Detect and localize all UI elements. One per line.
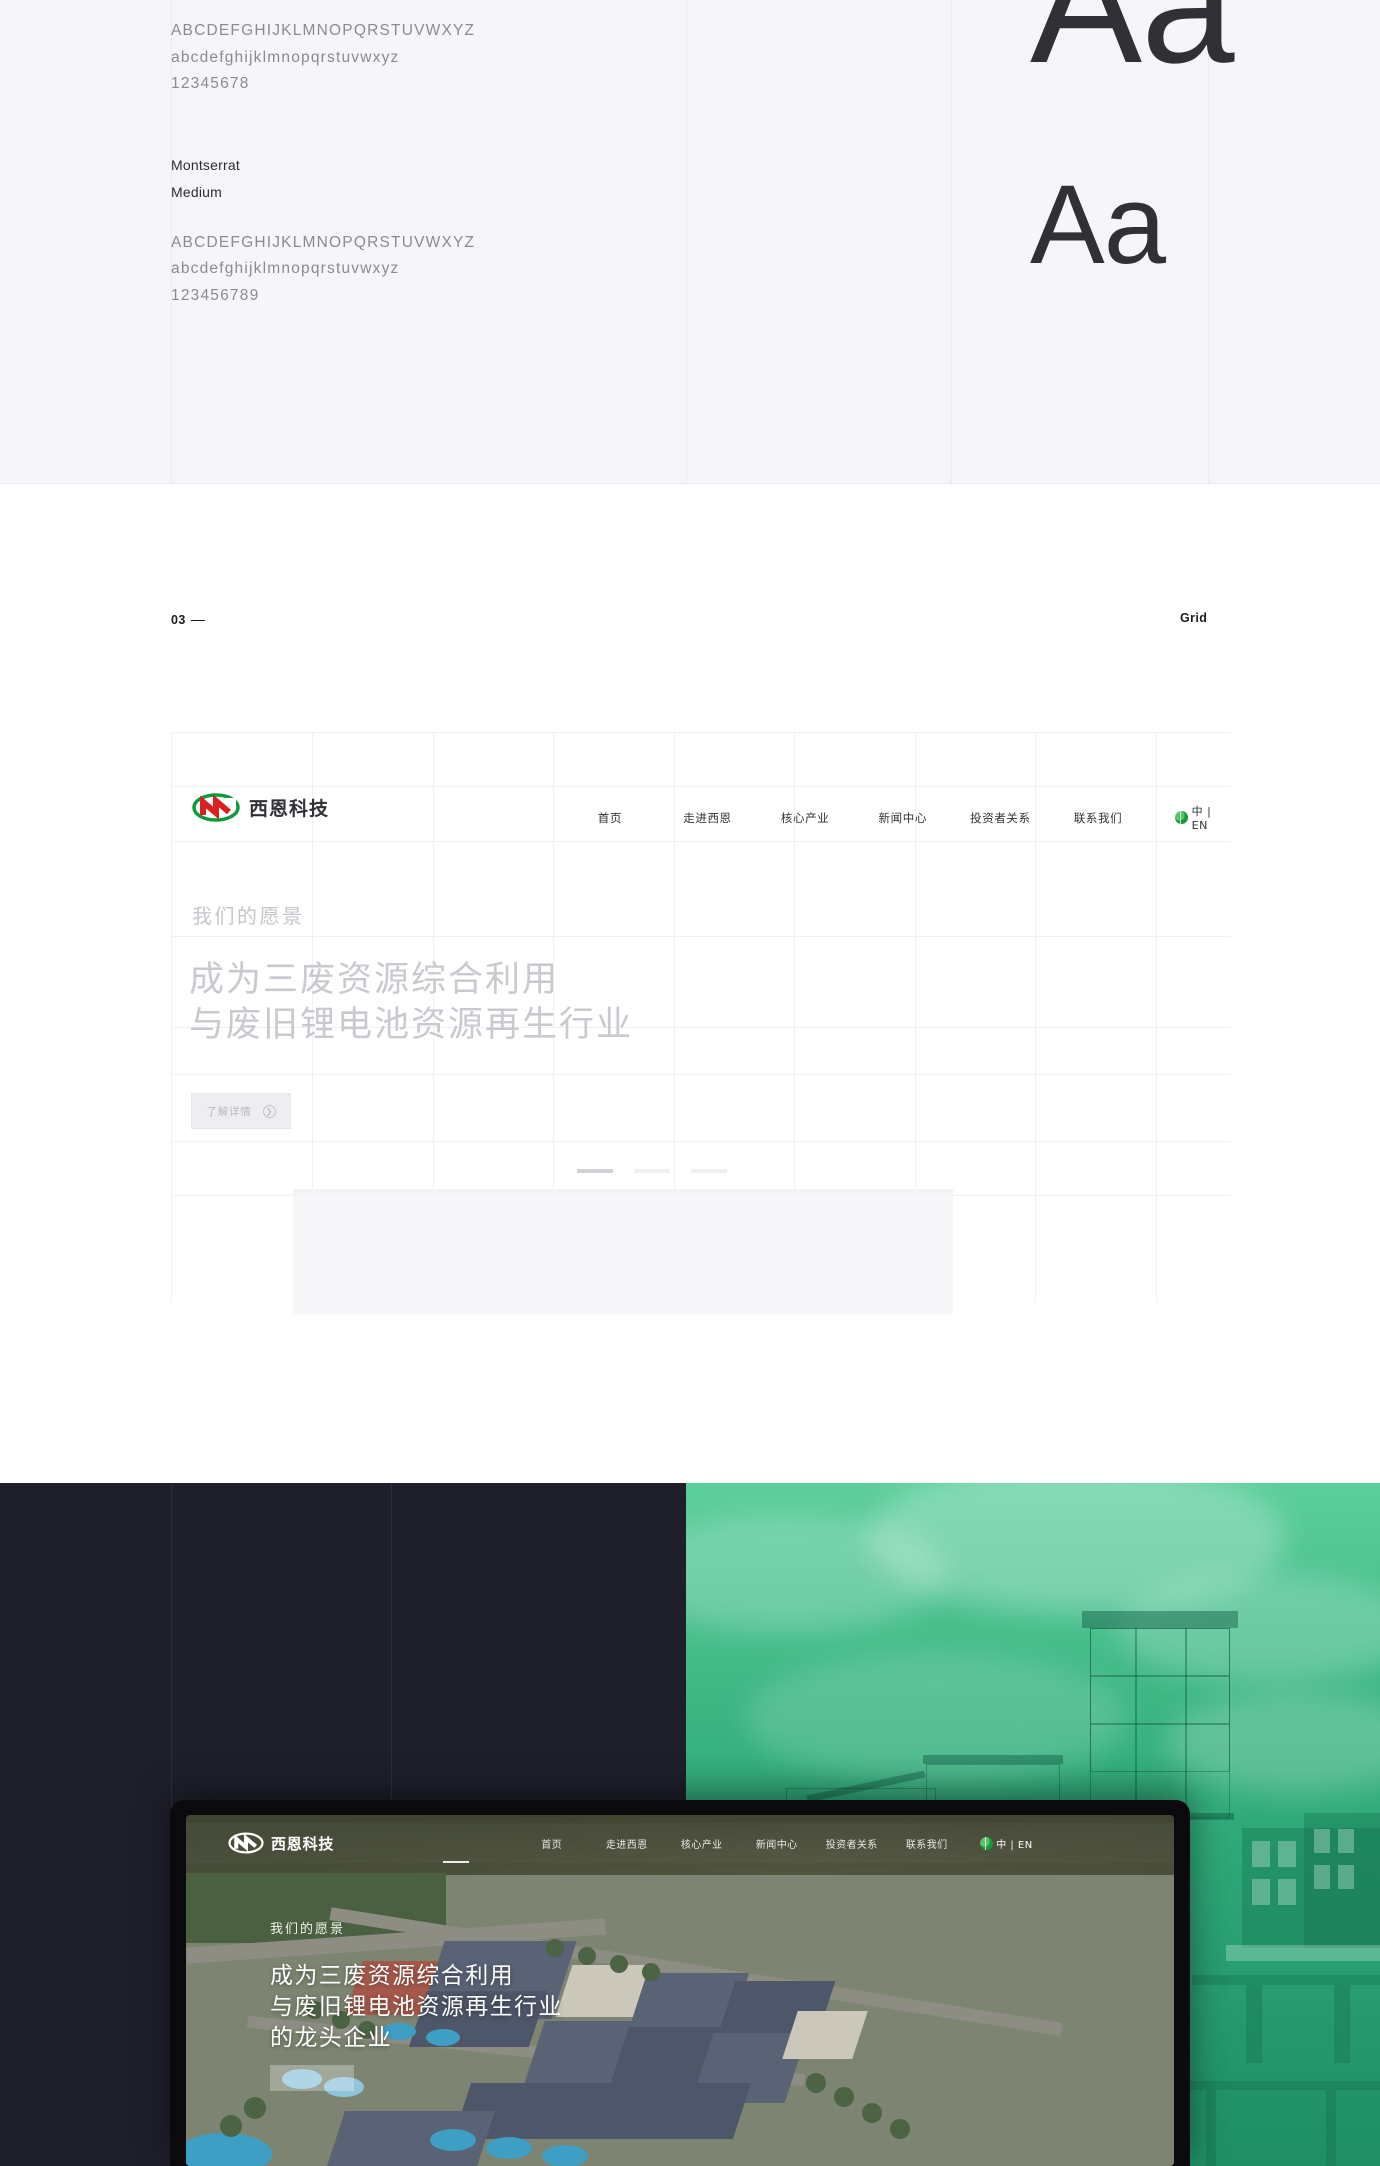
typography-section: ABCDEFGHIJKLMNOPQRSTUVWXYZ abcdefghijklm…: [0, 0, 1380, 484]
specimen-lowercase-top: abcdefghijklmnopqrstuvwxyz: [171, 48, 400, 66]
company-logo-icon: [192, 792, 240, 823]
globe-icon: [1174, 811, 1188, 824]
nav-item-industry[interactable]: 核心产业: [756, 810, 854, 826]
laptop-mockup: 西恩科技 首页 走进西恩 核心产业 新闻中心 投资者关系 联系我们 中 | EN…: [170, 1800, 1190, 2166]
company-logo-icon-white: [228, 1831, 264, 1855]
slider-dot-2[interactable]: [634, 1169, 670, 1173]
laptop-learn-more-button[interactable]: [270, 2065, 354, 2091]
typography-specimen-block: ABCDEFGHIJKLMNOPQRSTUVWXYZ abcdefghijklm…: [171, 0, 791, 309]
font-family-name: Montserrat: [171, 156, 240, 173]
specimen-uppercase-medium: ABCDEFGHIJKLMNOPQRSTUVWXYZ: [171, 233, 476, 251]
mockup-nav-menu: 首页 走进西恩 核心产业 新闻中心 投资者关系 联系我们 中 | EN: [561, 803, 1231, 832]
section-title: Grid: [1180, 611, 1208, 625]
laptop-brand-name: 西恩科技: [271, 1834, 335, 1853]
nav-item-contact[interactable]: 联系我们: [1049, 810, 1147, 826]
brand-name: 西恩科技: [249, 798, 330, 820]
active-nav-underline: [443, 1861, 469, 1863]
laptop-hero-title-line3: 的龙头企业: [270, 2025, 392, 2051]
slider-dot-1[interactable]: [577, 1169, 613, 1173]
section-number-dash: [190, 619, 205, 621]
laptop-screen: 西恩科技 首页 走进西恩 核心产业 新闻中心 投资者关系 联系我们 中 | EN…: [186, 1815, 1174, 2166]
laptop-hero-eyebrow: 我们的愿景: [270, 1922, 346, 1937]
laptop-nav-item-news[interactable]: 新闻中心: [739, 1836, 814, 1851]
nav-item-news[interactable]: 新闻中心: [854, 810, 952, 826]
guide-line-vertical: [951, 0, 952, 484]
font-weight-name: Medium: [171, 183, 222, 200]
laptop-navbar: 西恩科技 首页 走进西恩 核心产业 新闻中心 投资者关系 联系我们 中 | EN: [186, 1823, 1174, 1863]
language-switcher[interactable]: 中 | EN: [1174, 803, 1231, 832]
laptop-hero-title: 成为三废资源综合利用 与废旧锂电池资源再生行业 的龙头企业: [270, 1961, 563, 2054]
mockup-hero-title: 成为三废资源综合利用 与废旧锂电池资源再生行业: [189, 958, 633, 1048]
laptop-nav-item-investors[interactable]: 投资者关系: [814, 1836, 889, 1851]
specimen-uppercase-top: ABCDEFGHIJKLMNOPQRSTUVWXYZ: [171, 22, 476, 39]
type-sample-large: Aa: [1030, 0, 1234, 98]
specimen-numerals-top: 12345678: [171, 75, 250, 92]
nav-item-about[interactable]: 走进西恩: [659, 810, 757, 826]
section-number-text: 03: [171, 613, 186, 627]
chevron-right-icon: ❯: [262, 1104, 276, 1118]
language-label: 中 | EN: [1191, 805, 1212, 832]
slider-pagination[interactable]: [577, 1169, 727, 1173]
section-number: 03: [171, 613, 205, 627]
mockup-learn-more-label: 了解详情: [206, 1105, 252, 1118]
laptop-language-switcher[interactable]: 中 | EN: [980, 1836, 1033, 1851]
laptop-hero-title-line1: 成为三废资源综合利用: [270, 1963, 514, 1989]
mockup-hero-eyebrow: 我们的愿景: [192, 904, 305, 928]
laptop-hero: 我们的愿景 成为三废资源综合利用 与废旧锂电池资源再生行业 的龙头企业: [270, 1918, 563, 2054]
laptop-nav-item-about[interactable]: 走进西恩: [589, 1836, 664, 1851]
laptop-nav-menu: 首页 走进西恩 核心产业 新闻中心 投资者关系 联系我们 中 | EN: [514, 1836, 1033, 1851]
laptop-brand-logo[interactable]: 西恩科技: [228, 1831, 334, 1855]
type-sample-small: Aa: [1030, 162, 1166, 287]
laptop-hero-title-line2: 与废旧锂电池资源再生行业: [270, 1994, 563, 2020]
laptop-nav-item-home[interactable]: 首页: [514, 1836, 589, 1851]
mockup-navbar: 西恩科技 首页 走进西恩 核心产业 新闻中心 投资者关系 联系我们 中 | EN: [171, 786, 1231, 841]
nav-item-investors[interactable]: 投资者关系: [952, 810, 1050, 826]
website-grid-mockup: 西恩科技 首页 走进西恩 核心产业 新闻中心 投资者关系 联系我们 中 | EN…: [171, 732, 1231, 1315]
mockup-hero-title-line2: 与废旧锂电池资源再生行业: [189, 1005, 634, 1045]
mockup-learn-more-button[interactable]: 了解详情 ❯: [191, 1093, 291, 1129]
specimen-lowercase-medium: abcdefghijklmnopqrstuvwxyz: [171, 260, 400, 277]
specimen-numerals-medium: 123456789: [171, 286, 260, 304]
mock-next-section-block: [293, 1195, 953, 1315]
laptop-nav-item-industry[interactable]: 核心产业: [664, 1836, 739, 1851]
globe-icon: [980, 1836, 994, 1850]
mockup-hero-title-line1: 成为三废资源综合利用: [189, 960, 560, 1000]
brand-logo[interactable]: 西恩科技: [192, 792, 329, 823]
laptop-nav-item-contact[interactable]: 联系我们: [889, 1836, 964, 1851]
laptop-language-label: 中 | EN: [996, 1839, 1033, 1851]
nav-item-home[interactable]: 首页: [561, 810, 659, 826]
slider-dot-3[interactable]: [691, 1169, 727, 1173]
